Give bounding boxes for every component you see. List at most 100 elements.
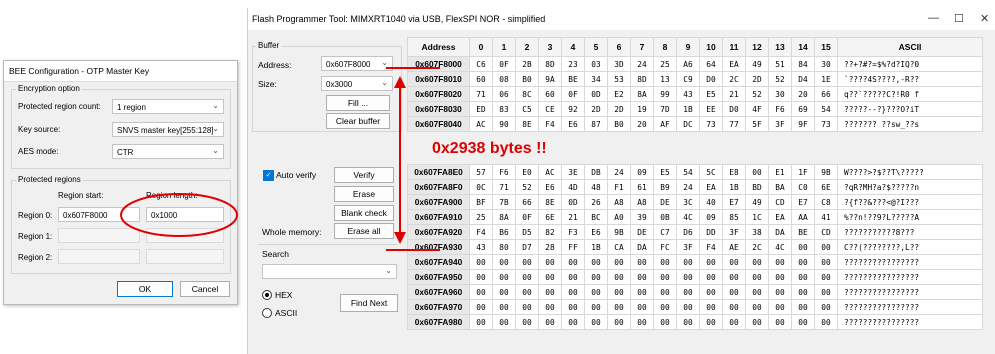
byte-cell[interactable]: 83	[492, 101, 516, 117]
byte-cell[interactable]: F6	[768, 101, 792, 117]
byte-cell[interactable]: 49	[745, 56, 769, 72]
byte-cell[interactable]: 2D	[607, 101, 631, 117]
byte-cell[interactable]: F4	[469, 224, 493, 240]
byte-cell[interactable]: 38	[745, 224, 769, 240]
byte-cell[interactable]: 0D	[561, 194, 585, 210]
byte-cell[interactable]: BA	[768, 179, 792, 195]
ascii-cell[interactable]: ????????????????	[837, 314, 983, 330]
byte-cell[interactable]: 80	[492, 239, 516, 255]
byte-cell[interactable]: 00	[653, 299, 677, 315]
ascii-cell[interactable]: ??????? ??sw_??s	[837, 116, 983, 132]
byte-column-header[interactable]: 14	[791, 37, 815, 57]
byte-cell[interactable]: 00	[492, 284, 516, 300]
byte-cell[interactable]: 00	[745, 164, 769, 180]
byte-cell[interactable]: 00	[814, 299, 838, 315]
byte-cell[interactable]: AC	[538, 164, 562, 180]
find-next-button[interactable]: Find Next	[340, 294, 398, 312]
byte-cell[interactable]: 00	[538, 269, 562, 285]
byte-cell[interactable]: 00	[607, 269, 631, 285]
byte-cell[interactable]: 00	[768, 284, 792, 300]
byte-cell[interactable]: 00	[768, 254, 792, 270]
byte-cell[interactable]: 00	[814, 269, 838, 285]
byte-cell[interactable]: A6	[676, 56, 700, 72]
byte-cell[interactable]: 99	[653, 86, 677, 102]
byte-cell[interactable]: 52	[745, 86, 769, 102]
byte-cell[interactable]: E1	[768, 164, 792, 180]
byte-cell[interactable]: 66	[515, 194, 539, 210]
byte-cell[interactable]: 90	[492, 116, 516, 132]
byte-cell[interactable]: 85	[722, 209, 746, 225]
byte-cell[interactable]: 00	[768, 299, 792, 315]
byte-cell[interactable]: C9	[676, 71, 700, 87]
byte-cell[interactable]: 00	[653, 269, 677, 285]
byte-cell[interactable]: 00	[699, 269, 723, 285]
byte-cell[interactable]: 00	[630, 314, 654, 330]
byte-cell[interactable]: 52	[515, 179, 539, 195]
byte-cell[interactable]: 4D	[561, 179, 585, 195]
byte-cell[interactable]: 00	[791, 269, 815, 285]
byte-cell[interactable]: 00	[630, 269, 654, 285]
byte-cell[interactable]: 00	[492, 254, 516, 270]
byte-column-header[interactable]: 0	[469, 37, 493, 57]
byte-cell[interactable]: 73	[814, 116, 838, 132]
byte-cell[interactable]: 87	[584, 116, 608, 132]
ascii-cell[interactable]: ?????--?}???O?iT	[837, 101, 983, 117]
byte-cell[interactable]: B9	[653, 179, 677, 195]
byte-cell[interactable]: EE	[699, 101, 723, 117]
byte-cell[interactable]: D5	[515, 224, 539, 240]
byte-cell[interactable]: 00	[561, 254, 585, 270]
byte-cell[interactable]: BE	[561, 71, 585, 87]
byte-cell[interactable]: 00	[630, 284, 654, 300]
ascii-cell[interactable]: ???????????8???	[837, 224, 983, 240]
byte-cell[interactable]: 24	[630, 56, 654, 72]
byte-cell[interactable]: 00	[561, 269, 585, 285]
byte-cell[interactable]: 06	[492, 86, 516, 102]
byte-column-header[interactable]: 13	[768, 37, 792, 57]
byte-cell[interactable]: F3	[561, 224, 585, 240]
byte-cell[interactable]: 24	[607, 164, 631, 180]
byte-cell[interactable]: 60	[469, 71, 493, 87]
byte-cell[interactable]: 00	[561, 284, 585, 300]
byte-cell[interactable]: 4F	[745, 101, 769, 117]
byte-cell[interactable]: AA	[791, 209, 815, 225]
byte-cell[interactable]: E6	[538, 179, 562, 195]
byte-cell[interactable]: 00	[584, 254, 608, 270]
byte-cell[interactable]: 2D	[584, 101, 608, 117]
byte-column-header[interactable]: 1	[492, 37, 516, 57]
byte-cell[interactable]: 5F	[745, 116, 769, 132]
byte-cell[interactable]: 4C	[676, 209, 700, 225]
byte-cell[interactable]: 00	[584, 314, 608, 330]
byte-cell[interactable]: E5	[699, 86, 723, 102]
byte-cell[interactable]: 00	[469, 284, 493, 300]
byte-cell[interactable]: 00	[768, 269, 792, 285]
byte-cell[interactable]: 00	[607, 299, 631, 315]
byte-cell[interactable]: 00	[607, 284, 631, 300]
byte-cell[interactable]: 00	[676, 254, 700, 270]
byte-cell[interactable]: FF	[561, 239, 585, 255]
byte-cell[interactable]: 77	[722, 116, 746, 132]
byte-column-header[interactable]: 15	[814, 37, 838, 57]
byte-cell[interactable]: A8	[630, 194, 654, 210]
byte-cell[interactable]: 8E	[538, 194, 562, 210]
ascii-cell[interactable]: `????4S????,-R??	[837, 71, 983, 87]
byte-cell[interactable]: EA	[722, 56, 746, 72]
byte-cell[interactable]: 25	[469, 209, 493, 225]
byte-cell[interactable]: D6	[676, 224, 700, 240]
byte-cell[interactable]: 3F	[676, 239, 700, 255]
hex-radio[interactable]	[262, 290, 272, 300]
byte-cell[interactable]: 1B	[584, 239, 608, 255]
byte-column-header[interactable]: 6	[607, 37, 631, 57]
byte-cell[interactable]: 00	[538, 314, 562, 330]
byte-cell[interactable]: 00	[814, 314, 838, 330]
byte-cell[interactable]: 00	[653, 254, 677, 270]
byte-column-header[interactable]: 4	[561, 37, 585, 57]
byte-cell[interactable]: CD	[768, 194, 792, 210]
byte-cell[interactable]: DC	[676, 116, 700, 132]
byte-cell[interactable]: 6E	[814, 179, 838, 195]
byte-cell[interactable]: F4	[538, 116, 562, 132]
byte-cell[interactable]: BF	[469, 194, 493, 210]
byte-cell[interactable]: C8	[814, 194, 838, 210]
byte-cell[interactable]: 52	[768, 71, 792, 87]
byte-cell[interactable]: EA	[768, 209, 792, 225]
byte-cell[interactable]: 9A	[538, 71, 562, 87]
